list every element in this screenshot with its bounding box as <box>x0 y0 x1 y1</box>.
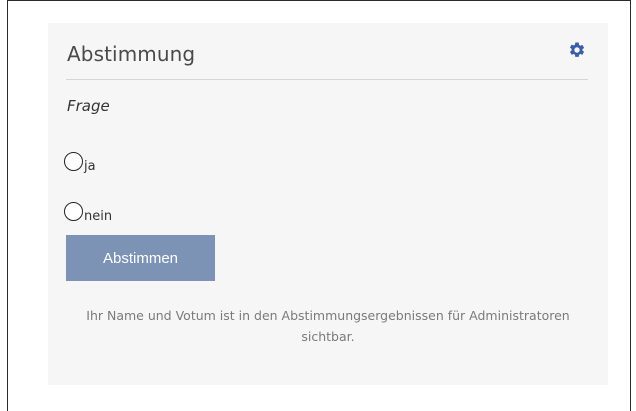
option-nein[interactable]: nein <box>64 197 113 224</box>
poll-question: Frage <box>67 97 110 115</box>
privacy-notice: Ihr Name und Votum ist in den Abstimmung… <box>86 308 570 344</box>
poll-title: Abstimmung <box>67 42 196 66</box>
vote-button[interactable]: Abstimmen <box>66 235 215 281</box>
radio-ja[interactable] <box>64 152 83 171</box>
option-label-ja: ja <box>84 159 96 174</box>
option-label-nein: nein <box>84 209 113 224</box>
option-ja[interactable]: ja <box>64 147 96 174</box>
radio-nein[interactable] <box>64 202 83 221</box>
title-divider <box>66 79 588 80</box>
poll-panel: Abstimmung Frage ja nein Abstimmen Ihr N… <box>48 23 608 385</box>
gear-icon[interactable] <box>568 41 586 59</box>
